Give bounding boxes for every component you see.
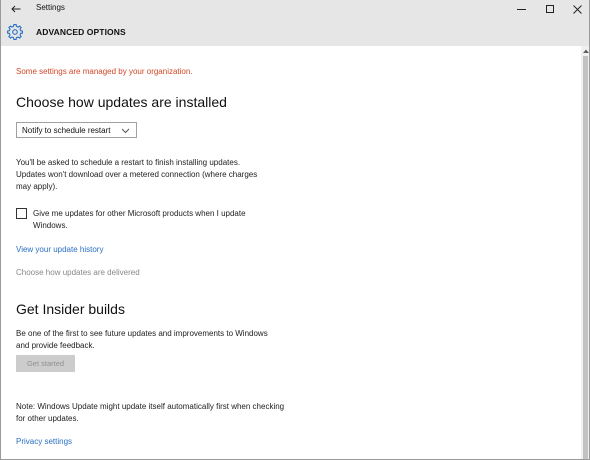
maximize-icon <box>545 4 554 13</box>
gear-icon <box>7 24 23 40</box>
title-bar: Settings <box>1 0 589 18</box>
minimize-button[interactable] <box>507 0 535 18</box>
maximize-button[interactable] <box>536 0 564 18</box>
close-button[interactable] <box>563 0 589 18</box>
managed-notice: Some settings are managed by your organi… <box>16 67 193 76</box>
minimize-icon <box>516 8 526 10</box>
update-mode-dropdown[interactable]: Notify to schedule restart <box>16 122 137 138</box>
main-content: Some settings are managed by your organi… <box>16 46 576 459</box>
page-header: ADVANCED OPTIONS <box>1 18 589 46</box>
update-history-link[interactable]: View your update history <box>16 245 103 254</box>
scroll-thumb[interactable] <box>583 56 588 459</box>
update-note: Note: Windows Update might update itself… <box>16 402 285 423</box>
page-title: ADVANCED OPTIONS <box>36 27 126 37</box>
back-arrow-icon <box>11 5 21 13</box>
section-heading-insider: Get Insider builds <box>16 301 125 317</box>
get-started-button[interactable]: Get started <box>16 355 75 372</box>
checkbox-label: Give me updates for other Microsoft prod… <box>33 209 246 230</box>
privacy-settings-link[interactable]: Privacy settings <box>16 437 72 446</box>
section-heading-updates: Choose how updates are installed <box>16 94 227 110</box>
back-button[interactable] <box>3 0 29 18</box>
chevron-down-icon <box>121 128 130 134</box>
delivery-options-link[interactable]: Choose how updates are delivered <box>16 268 140 277</box>
vertical-scrollbar[interactable] <box>581 46 589 459</box>
window-title: Settings <box>36 3 65 12</box>
other-products-option[interactable]: Give me updates for other Microsoft prod… <box>16 208 276 232</box>
close-icon <box>572 4 582 14</box>
scroll-up-button[interactable] <box>581 46 589 55</box>
settings-window: Settings ADVANCED OPTIONS Some settings … <box>0 0 590 460</box>
dropdown-selected-value: Notify to schedule restart <box>22 125 111 135</box>
other-products-checkbox[interactable] <box>16 208 27 219</box>
chevron-up-icon <box>582 49 589 53</box>
insider-description: Be one of the first to see future update… <box>16 329 268 350</box>
updates-description: You'll be asked to schedule a restart to… <box>16 158 258 191</box>
